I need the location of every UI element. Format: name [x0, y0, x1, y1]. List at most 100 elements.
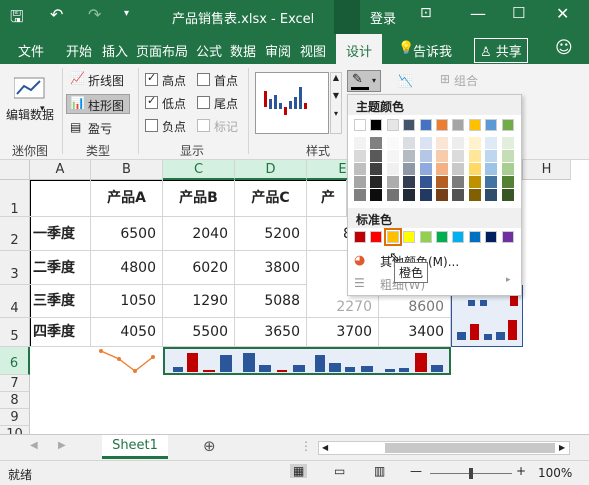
- theme-color-tint-swatch[interactable]: [386, 176, 399, 188]
- row-header-3[interactable]: 3: [0, 251, 30, 285]
- save-icon[interactable]: 🖫: [10, 6, 24, 33]
- theme-color-tint-swatch[interactable]: [452, 150, 465, 162]
- theme-color-tint-swatch[interactable]: [403, 150, 416, 162]
- tab-file[interactable]: 文件: [18, 41, 44, 60]
- scroll-right-icon[interactable]: ▶: [559, 443, 565, 452]
- theme-color-tint-swatch[interactable]: [468, 176, 481, 188]
- column-header-c[interactable]: C: [163, 160, 235, 180]
- normal-view-icon[interactable]: ▦: [290, 464, 308, 478]
- select-all-corner[interactable]: [0, 160, 30, 180]
- column-header-a[interactable]: A: [30, 160, 91, 180]
- cell-a4[interactable]: 三季度: [30, 285, 91, 318]
- row-header-10[interactable]: 10: [0, 426, 30, 434]
- cell-f5[interactable]: 3400: [379, 318, 451, 347]
- theme-color-tint-swatch[interactable]: [452, 176, 465, 188]
- ribbon-options-icon[interactable]: ⊡: [420, 5, 432, 21]
- sparkline-row-6[interactable]: [163, 347, 451, 375]
- standard-color-swatch[interactable]: [354, 231, 366, 243]
- row-header-2[interactable]: 2: [0, 217, 30, 251]
- theme-color-tint-swatch[interactable]: [419, 150, 432, 162]
- sheet-tab-sheet1[interactable]: Sheet1: [102, 435, 168, 459]
- cell-e1[interactable]: 产品D: [307, 180, 347, 217]
- cell-b3[interactable]: 4800: [91, 251, 163, 285]
- theme-color-tint-swatch[interactable]: [452, 163, 465, 175]
- theme-color-tint-swatch[interactable]: [419, 137, 432, 149]
- zoom-out-icon[interactable]: —: [410, 464, 422, 478]
- customize-toolbar-icon[interactable]: ▾: [124, 8, 129, 19]
- theme-color-swatch[interactable]: [419, 119, 432, 131]
- tab-split-icon[interactable]: ⋮: [300, 439, 312, 453]
- h-scrollbar-thumb[interactable]: [385, 443, 555, 453]
- horizontal-scrollbar[interactable]: ◀ ▶: [318, 441, 570, 455]
- cell-e2[interactable]: 8: [307, 217, 352, 251]
- theme-color-tint-swatch[interactable]: [436, 163, 448, 175]
- zoom-level[interactable]: 100%: [538, 466, 572, 480]
- tab-insert[interactable]: 插入: [102, 41, 128, 60]
- theme-color-tint-swatch[interactable]: [354, 163, 366, 175]
- theme-color-tint-swatch[interactable]: [468, 137, 481, 149]
- sparkline-b6[interactable]: [91, 347, 163, 375]
- theme-color-tint-swatch[interactable]: [485, 137, 498, 149]
- row-header-5[interactable]: 5: [0, 318, 30, 347]
- row-header-4[interactable]: 4: [0, 285, 30, 318]
- theme-color-tint-swatch[interactable]: [370, 163, 383, 175]
- column-header-h[interactable]: H: [523, 160, 571, 180]
- theme-color-tint-swatch[interactable]: [386, 137, 399, 149]
- theme-color-tint-swatch[interactable]: [501, 176, 514, 188]
- add-sheet-icon[interactable]: ⊕: [203, 437, 216, 455]
- line-button[interactable]: 折线图: [88, 72, 124, 89]
- theme-color-tint-swatch[interactable]: [485, 163, 498, 175]
- ribbon-display-icon[interactable]: [334, 0, 360, 34]
- scroll-left-icon[interactable]: ◀: [322, 443, 328, 452]
- winloss-button[interactable]: 盈亏: [88, 120, 112, 137]
- tab-review[interactable]: 审阅: [265, 41, 291, 60]
- theme-color-tint-swatch[interactable]: [501, 163, 514, 175]
- cell-d3[interactable]: 3800: [235, 251, 307, 285]
- standard-color-swatch[interactable]: [468, 231, 481, 243]
- theme-color-tint-swatch[interactable]: [354, 137, 366, 149]
- login-link[interactable]: 登录: [370, 8, 396, 27]
- cell-b2[interactable]: 6500: [91, 217, 163, 251]
- cell-c2[interactable]: 2040: [163, 217, 235, 251]
- maximize-icon[interactable]: ☐: [512, 4, 525, 22]
- theme-color-tint-swatch[interactable]: [436, 150, 448, 162]
- cell-c1[interactable]: 产品B: [163, 180, 235, 217]
- theme-color-swatch[interactable]: [386, 119, 399, 131]
- theme-color-swatch[interactable]: [452, 119, 465, 131]
- edit-data-button[interactable]: 编辑数据: [6, 106, 54, 123]
- column-button[interactable]: 柱形图: [88, 97, 124, 114]
- cell-a5[interactable]: 四季度: [30, 318, 91, 347]
- theme-color-swatch[interactable]: [436, 119, 448, 131]
- theme-color-tint-swatch[interactable]: [468, 189, 481, 201]
- theme-color-tint-swatch[interactable]: [452, 137, 465, 149]
- page-break-icon[interactable]: ▥: [374, 464, 385, 478]
- tab-design[interactable]: 设计: [336, 34, 383, 64]
- theme-color-tint-swatch[interactable]: [501, 137, 514, 149]
- combine-button[interactable]: 组合: [454, 72, 478, 89]
- tab-view[interactable]: 视图: [300, 41, 326, 60]
- theme-color-tint-swatch[interactable]: [419, 176, 432, 188]
- row-header-9[interactable]: 9: [0, 409, 30, 426]
- column-header-d[interactable]: D: [235, 160, 307, 180]
- cell-a3[interactable]: 二季度: [30, 251, 91, 285]
- theme-color-swatch[interactable]: [354, 119, 366, 131]
- next-sheet-icon[interactable]: ▶: [58, 440, 66, 451]
- theme-color-tint-swatch[interactable]: [354, 176, 366, 188]
- row-header-6[interactable]: 6: [0, 347, 30, 375]
- sparkline-color-button[interactable]: ✎ ▾: [347, 70, 381, 92]
- negative-point-checkbox[interactable]: [145, 119, 158, 132]
- smiley-icon[interactable]: ☺: [555, 38, 573, 58]
- sparkline-style-preview[interactable]: [255, 72, 329, 134]
- standard-color-swatch[interactable]: [383, 228, 402, 246]
- standard-color-swatch[interactable]: [370, 231, 383, 243]
- tab-page-layout[interactable]: 页面布局: [136, 41, 188, 60]
- cell-d5[interactable]: 3650: [235, 318, 307, 347]
- theme-color-swatch[interactable]: [468, 119, 481, 131]
- standard-color-swatch[interactable]: [452, 231, 465, 243]
- theme-color-tint-swatch[interactable]: [354, 150, 366, 162]
- theme-color-swatch[interactable]: [485, 119, 498, 131]
- theme-color-tint-swatch[interactable]: [485, 189, 498, 201]
- standard-color-swatch[interactable]: [436, 231, 448, 243]
- theme-color-tint-swatch[interactable]: [419, 189, 432, 201]
- standard-color-swatch[interactable]: [419, 231, 432, 243]
